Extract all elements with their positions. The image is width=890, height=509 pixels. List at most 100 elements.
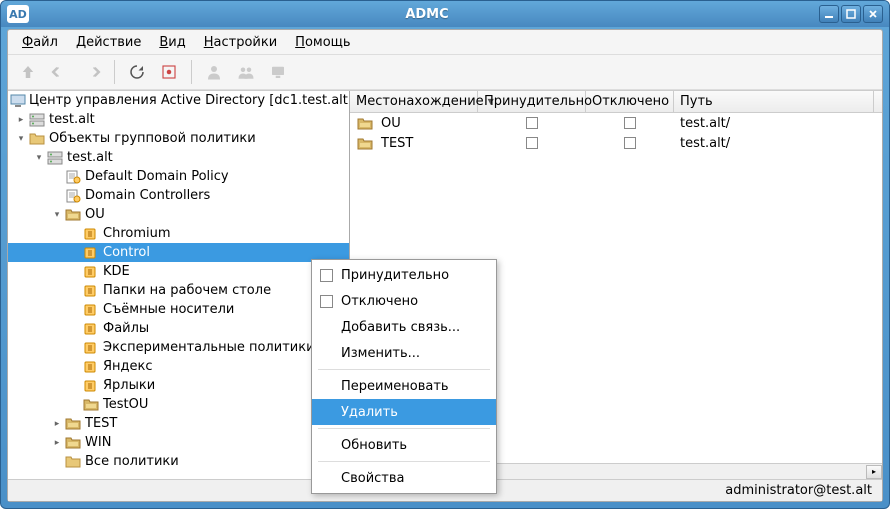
context-menu-label: Удалить [341,405,398,420]
forced-checkbox[interactable] [526,137,538,149]
disabled-checkbox[interactable] [624,137,636,149]
menu-checkbox[interactable] [320,295,333,308]
tree-item[interactable]: ▾ OU [8,205,349,224]
menu-file[interactable]: Файл [14,33,66,52]
folder-o-icon [82,398,100,411]
menu-view[interactable]: Вид [151,33,193,52]
tree-item-label: OU [85,207,105,222]
context-menu-item[interactable]: Свойства [312,465,496,491]
folder-icon [64,455,82,468]
tree-item[interactable]: Папки на рабочем столе [8,281,349,300]
expand-toggle[interactable]: ▸ [50,438,64,448]
gpo-icon [82,322,100,336]
tree-item-label: Папки на рабочем столе [103,283,271,298]
server-icon [46,151,64,165]
folder-o-icon [64,208,82,221]
column-header[interactable]: Путь [674,91,874,112]
tree-item[interactable]: Файлы [8,319,349,338]
column-header[interactable]: Принудительно [478,91,586,112]
folder-icon [28,132,46,145]
tree-item[interactable]: ▾test.alt [8,148,349,167]
new-group-button[interactable] [232,58,260,86]
refresh-button[interactable] [123,58,151,86]
context-menu-item[interactable]: Обновить [312,432,496,458]
menu-separator [318,428,490,429]
context-menu-item[interactable]: Изменить... [312,340,496,366]
close-button[interactable] [863,5,883,23]
new-computer-button[interactable] [264,58,292,86]
context-menu[interactable]: ПринудительноОтключеноДобавить связь...И… [311,259,497,494]
forced-checkbox[interactable] [526,117,538,129]
tree-item-label: Control [103,245,150,260]
policy-icon [64,189,82,203]
folder-o-icon [64,436,82,449]
tree-item[interactable]: Все политики [8,452,349,471]
app-window: AD ADMC Файл Действие Вид Настройки Помо… [0,0,890,509]
menu-settings[interactable]: Настройки [196,33,285,52]
disabled-checkbox[interactable] [624,117,636,129]
tree-item[interactable]: Control [8,243,349,262]
nav-back-button[interactable] [46,58,74,86]
context-menu-item[interactable]: Принудительно [312,262,496,288]
folder-o-icon [64,417,82,430]
cell-path: test.alt/ [680,116,730,131]
app-badge-icon: AD [7,5,29,23]
nav-up-button[interactable] [14,58,42,86]
policy-icon [64,170,82,184]
menu-separator [318,461,490,462]
tree-item-label: Ярлыки [103,378,155,393]
scroll-right-button[interactable]: ▸ [866,465,882,479]
target-button[interactable] [155,58,183,86]
tree-item[interactable]: ▸WIN [8,433,349,452]
context-menu-item[interactable]: Удалить [312,399,496,425]
tree-item[interactable]: Default Domain Policy [8,167,349,186]
titlebar[interactable]: AD ADMC [1,1,889,27]
cell-path: test.alt/ [680,136,730,151]
context-menu-item[interactable]: Добавить связь... [312,314,496,340]
tree-item[interactable]: Яндекс [8,357,349,376]
tree-item-label: Все политики [85,454,179,469]
context-menu-item[interactable]: Отключено [312,288,496,314]
tree-panel[interactable]: Центр управления Active Directory [dc1.t… [8,91,350,479]
tree-item[interactable]: Экспериментальные политики [8,338,349,357]
column-header[interactable]: Местонахождение▼ [350,91,478,112]
table-row[interactable]: OU test.alt/ [350,113,882,133]
expand-toggle[interactable]: ▸ [14,115,28,125]
tree-item-label: test.alt [49,112,95,127]
tree-item-label: KDE [103,264,130,279]
expand-toggle[interactable]: ▾ [32,153,46,163]
tree-item[interactable]: Domain Controllers [8,186,349,205]
tree-item[interactable]: ▸TEST [8,414,349,433]
context-menu-item[interactable]: Переименовать [312,373,496,399]
menu-help[interactable]: Помощь [287,33,358,52]
tree-item[interactable]: ▾Объекты групповой политики [8,129,349,148]
tree-item-label: Экспериментальные политики [103,340,315,355]
minimize-button[interactable] [819,5,839,23]
menu-separator [318,369,490,370]
cell-location: OU [381,116,401,131]
tree-item-label: Default Domain Policy [85,169,229,184]
gpo-icon [82,265,100,279]
context-menu-label: Переименовать [341,379,449,394]
context-menu-label: Обновить [341,438,407,453]
nav-forward-button[interactable] [78,58,106,86]
tree-item[interactable]: Съёмные носители [8,300,349,319]
expand-toggle[interactable]: ▾ [50,210,64,220]
tree-root[interactable]: Центр управления Active Directory [dc1.t… [8,91,349,110]
table-row[interactable]: TESTtest.alt/ [350,133,882,153]
new-user-button[interactable] [200,58,228,86]
column-header[interactable]: Отключено [586,91,674,112]
tree-item[interactable]: KDE [8,262,349,281]
tree-item[interactable]: Ярлыки [8,376,349,395]
toolbar [8,54,882,90]
tree-item-label: Съёмные носители [103,302,234,317]
menu-checkbox[interactable] [320,269,333,282]
tree-item[interactable]: Chromium [8,224,349,243]
expand-toggle[interactable]: ▾ [14,134,28,144]
expand-toggle[interactable]: ▸ [50,419,64,429]
folder-icon [356,117,374,130]
tree-item[interactable]: ▸ test.alt [8,110,349,129]
tree-item[interactable]: TestOU [8,395,349,414]
menu-action[interactable]: Действие [68,33,149,52]
maximize-button[interactable] [841,5,861,23]
